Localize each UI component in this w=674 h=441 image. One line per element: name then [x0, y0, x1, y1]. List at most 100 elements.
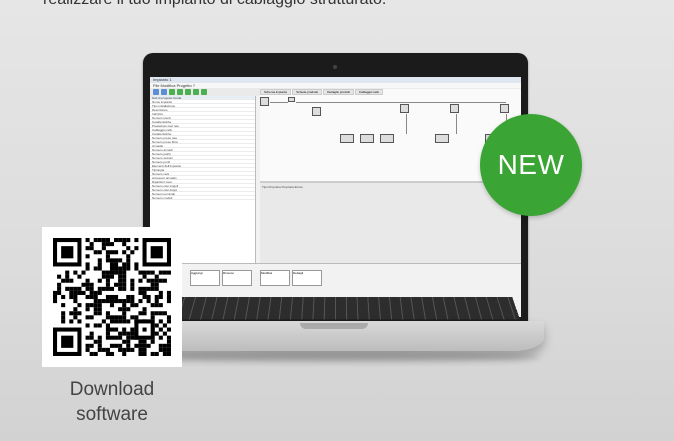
patch-node[interactable] [312, 107, 321, 116]
qr-module [118, 315, 123, 320]
qr-module [122, 266, 127, 271]
qr-module [53, 290, 58, 295]
software-tabs: Schema impianto Schede prodotto Dettagli… [260, 89, 521, 95]
qr-module [166, 315, 171, 320]
qr-module [77, 303, 82, 308]
qr-module [122, 319, 127, 324]
qr-module [146, 343, 151, 348]
save-icon[interactable] [169, 89, 175, 95]
switch-node[interactable] [288, 97, 295, 102]
qr-module [101, 246, 106, 251]
qr-module [122, 315, 127, 320]
qr-module [158, 327, 163, 332]
qr-module [114, 299, 119, 304]
qr-module [122, 238, 127, 243]
qr-module [85, 286, 90, 291]
intro-text: realizzare il tuo impianto di cablaggio … [43, 0, 386, 9]
qr-module [85, 294, 90, 300]
qr-module [118, 266, 123, 271]
rack-node-2[interactable] [400, 104, 409, 113]
outlet-node[interactable] [360, 134, 374, 143]
qr-module [105, 323, 110, 328]
qr-module [81, 270, 86, 275]
qr-module [122, 307, 127, 312]
qr-module [109, 274, 115, 279]
qr-module [105, 278, 110, 283]
qr-module [118, 331, 123, 336]
qr-module [146, 286, 151, 291]
qr-module [158, 294, 163, 300]
tab-dettaglio[interactable]: Dettaglio prodotti [323, 89, 354, 95]
left-panel-row[interactable]: Numero moduli [150, 196, 255, 200]
qr-module [166, 319, 171, 324]
export-icon[interactable] [185, 89, 191, 95]
qr-module [61, 294, 66, 300]
qr-module [97, 266, 102, 271]
download-caption[interactable]: Download software [42, 377, 182, 427]
qr-module [142, 274, 147, 279]
left-panel-rows: Nome impianto Tipo installazione Descrizio… [150, 100, 255, 200]
qr-module [118, 347, 123, 352]
qr-module [114, 294, 119, 300]
add-icon[interactable] [193, 89, 199, 95]
edit-button[interactable]: Modifica [260, 270, 290, 286]
qr-card[interactable] [42, 227, 182, 367]
print-icon[interactable] [177, 89, 183, 95]
tab-cablaggio[interactable]: Cablaggio rack [354, 89, 383, 95]
qr-module [97, 347, 102, 352]
qr-module [73, 307, 78, 312]
qr-module [138, 270, 143, 275]
qr-module [122, 278, 127, 283]
qr-module [85, 266, 90, 271]
remove-button[interactable]: Rimuovi [222, 270, 252, 286]
qr-module [126, 307, 131, 312]
qr-module [89, 282, 94, 287]
qr-module [130, 315, 135, 320]
new-icon[interactable] [153, 89, 159, 95]
qr-module [126, 258, 131, 263]
qr-code-icon[interactable] [53, 238, 171, 356]
qr-module [109, 266, 115, 271]
qr-module [114, 266, 119, 271]
add-button[interactable]: Aggiungi [190, 270, 220, 286]
qr-module [162, 343, 167, 348]
qr-module [126, 266, 131, 271]
qr-module [142, 343, 147, 348]
qr-module [65, 286, 70, 291]
qr-module [130, 347, 135, 352]
outlet-node[interactable] [435, 134, 449, 143]
qr-module [89, 303, 94, 308]
qr-module [105, 331, 110, 336]
qr-module [93, 266, 98, 271]
qr-module [118, 282, 123, 287]
qr-module [73, 290, 78, 295]
tab-schede[interactable]: Schede prodotto [292, 89, 323, 95]
qr-module [122, 299, 127, 304]
qr-module [109, 242, 115, 247]
laptop-keyboard [156, 296, 520, 320]
qr-module [114, 238, 119, 243]
rack-node-4[interactable] [500, 104, 509, 113]
qr-module [61, 311, 66, 316]
outlet-node[interactable] [340, 134, 354, 143]
outlet-node[interactable] [380, 134, 394, 143]
qr-module [126, 331, 131, 336]
open-icon[interactable] [161, 89, 167, 95]
qr-module [85, 307, 90, 312]
rack-node-3[interactable] [450, 104, 459, 113]
tab-schema[interactable]: Schema impianto [260, 89, 292, 95]
qr-module [93, 303, 98, 308]
qr-module [85, 315, 90, 320]
details-button[interactable]: Dettagli [292, 270, 322, 286]
rack-node[interactable] [260, 97, 269, 106]
qr-module [158, 303, 163, 308]
qr-module [69, 286, 74, 291]
qr-module [114, 262, 119, 267]
qr-module [154, 303, 159, 308]
qr-module [130, 331, 135, 336]
refresh-icon[interactable] [201, 89, 207, 95]
qr-module [150, 351, 155, 356]
qr-module [97, 339, 102, 344]
qr-module [109, 262, 115, 267]
qr-module [114, 319, 119, 324]
